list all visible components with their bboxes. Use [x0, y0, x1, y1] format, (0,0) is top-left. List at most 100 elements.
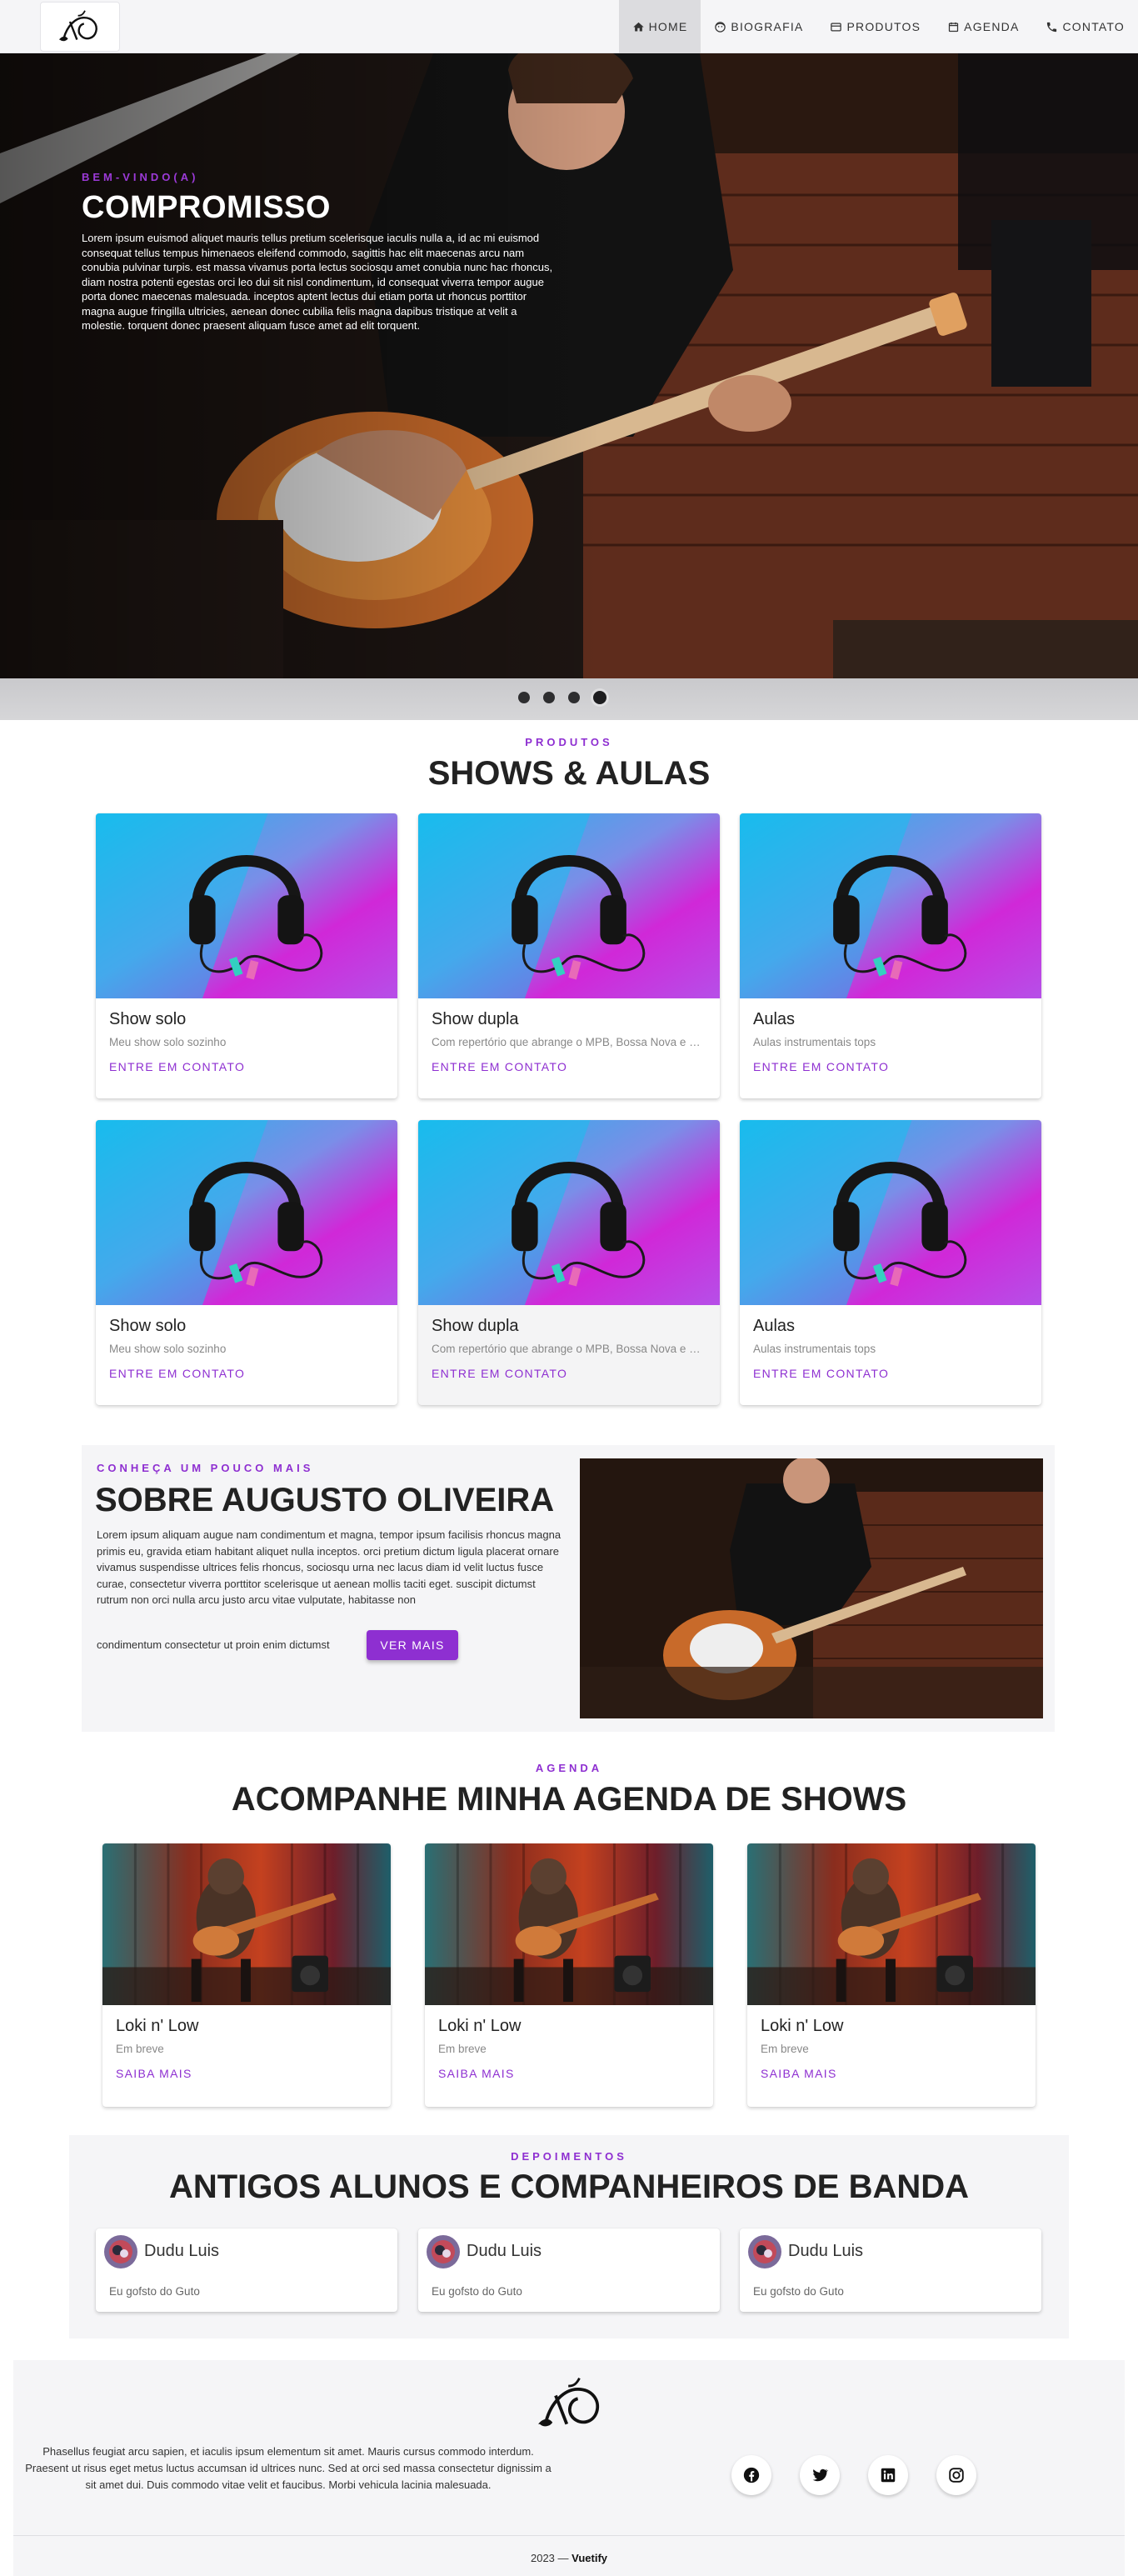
carousel-dot-active[interactable] [593, 691, 606, 704]
nav-menu: HOME BIOGRAFIA PRODUTOS AGENDA CONTATO [618, 0, 1138, 53]
event-subtitle: Em breve [438, 2043, 487, 2055]
card-subtitle: Meu show solo sozinho [109, 1343, 227, 1355]
saiba-mais-button[interactable]: SAIBA MAIS [425, 2055, 713, 2080]
carousel-delimiters [518, 691, 606, 704]
testimonial-card: Dudu Luis Eu gofsto do Guto [740, 2228, 1041, 2312]
card-subtitle: Meu show solo sozinho [109, 1036, 227, 1048]
event-title: Loki n' Low [761, 2017, 844, 2035]
instagram-button[interactable] [936, 2455, 976, 2495]
card-subtitle: Com repertório que abrange o MPB, Bossa … [432, 1343, 715, 1355]
agenda-title: ACOMPANHE MINHA AGENDA DE SHOWS [231, 1781, 907, 1818]
avatar [748, 2235, 781, 2268]
nav-item-agenda[interactable]: AGENDA [934, 0, 1032, 53]
face-icon [715, 21, 726, 33]
instagram-icon [949, 2468, 964, 2483]
nav-item-label: BIOGRAFIA [731, 20, 804, 33]
about-body: Lorem ipsum aliquam augue nam condimentu… [97, 1528, 562, 1606]
calendar-icon [949, 22, 959, 32]
nav-item-home[interactable]: HOME [618, 0, 701, 53]
copyright-brand: Vuetify [571, 2552, 608, 2564]
stage-image [747, 1843, 1036, 2005]
event-title: Loki n' Low [116, 2017, 199, 2035]
agenda-eyebrow: AGENDA [535, 1762, 603, 1774]
hero-title: COMPROMISSO [82, 190, 331, 225]
stage-image [425, 1843, 713, 2005]
logo-icon [55, 7, 105, 47]
about-eyebrow: CONHEÇA UM POUCO MAIS [97, 1462, 314, 1474]
hero-body: Lorem ipsum euismod aliquet mauris tellu… [82, 232, 553, 332]
testimonial-text: Eu gofsto do Guto [109, 2285, 200, 2298]
contact-button[interactable]: ENTRE EM CONTATO [418, 1048, 720, 1073]
testimonials-title: ANTIGOS ALUNOS E COMPANHEIROS DE BANDA [168, 2168, 970, 2205]
brand-logo[interactable] [40, 2, 120, 52]
carousel-dot[interactable] [568, 692, 580, 703]
social-links [731, 2455, 976, 2495]
nav-item-contato[interactable]: CONTATO [1032, 0, 1138, 53]
twitter-button[interactable] [800, 2455, 840, 2495]
testimonial-card: Dudu Luis Eu gofsto do Guto [96, 2228, 397, 2312]
product-card: Show solo Meu show solo sozinho ENTRE EM… [96, 1120, 397, 1405]
linkedin-button[interactable] [868, 2455, 908, 2495]
event-title: Loki n' Low [438, 2017, 522, 2035]
event-card: Loki n' Low Em breve SAIBA MAIS [747, 1843, 1036, 2107]
card-title: Show solo [109, 1010, 187, 1028]
event-subtitle: Em breve [116, 2043, 164, 2055]
carousel-dot[interactable] [543, 692, 555, 703]
facebook-button[interactable] [731, 2455, 771, 2495]
testimonial-name: Dudu Luis [144, 2242, 220, 2260]
contact-button[interactable]: ENTRE EM CONTATO [740, 1355, 1041, 1380]
footer-divider [13, 2535, 1125, 2536]
saiba-mais-button[interactable]: SAIBA MAIS [102, 2055, 391, 2080]
event-card: Loki n' Low Em breve SAIBA MAIS [102, 1843, 391, 2107]
contact-button[interactable]: ENTRE EM CONTATO [740, 1048, 1041, 1073]
product-card: Show solo Meu show solo sozinho ENTRE EM… [96, 813, 397, 1098]
card-icon [831, 23, 842, 31]
card-title: Show dupla [432, 1317, 519, 1335]
testimonials-section: DEPOIMENTOS ANTIGOS ALUNOS E COMPANHEIRO… [69, 2135, 1069, 2338]
event-subtitle: Em breve [761, 2043, 809, 2055]
card-subtitle: Aulas instrumentais tops [753, 1036, 876, 1048]
card-subtitle: Com repertório que abrange o MPB, Bossa … [432, 1036, 715, 1048]
contact-button[interactable]: ENTRE EM CONTATO [96, 1355, 397, 1380]
avatar [104, 2235, 137, 2268]
about-photo [580, 1458, 1043, 1718]
home-icon [632, 22, 644, 31]
product-card: Show dupla Com repertório que abrange o … [418, 813, 720, 1098]
card-title: Aulas [753, 1317, 796, 1335]
footer-logo [530, 2370, 613, 2437]
product-card: Aulas Aulas instrumentais tops ENTRE EM … [740, 1120, 1041, 1405]
nav-item-label: PRODUTOS [846, 20, 921, 33]
copyright: 2023 — Vuetify [13, 2552, 1125, 2564]
linkedin-icon [881, 2468, 896, 2483]
product-card: Aulas Aulas instrumentais tops ENTRE EM … [740, 813, 1041, 1098]
facebook-icon [743, 2467, 760, 2483]
hero-carousel[interactable] [0, 53, 1138, 678]
about-tail-text: condimentum consectetur ut proin enim di… [97, 1638, 330, 1651]
headphones-image [96, 813, 397, 998]
card-title: Aulas [753, 1010, 796, 1028]
card-title: Show dupla [432, 1010, 519, 1028]
nav-item-label: HOME [648, 20, 688, 33]
contact-button[interactable]: ENTRE EM CONTATO [96, 1048, 397, 1073]
headphones-image [740, 1120, 1041, 1305]
footer: Phasellus feugiat arcu sapien, et iaculi… [13, 2360, 1125, 2576]
nav-item-biografia[interactable]: BIOGRAFIA [701, 0, 816, 53]
nav-item-produtos[interactable]: PRODUTOS [816, 0, 934, 53]
saiba-mais-button[interactable]: SAIBA MAIS [747, 2055, 1036, 2080]
products-title: SHOWS & AULAS [427, 755, 711, 792]
logo-icon [532, 2372, 611, 2435]
about-title: SOBRE AUGUSTO OLIVEIRA [95, 1482, 555, 1518]
about-section: CONHEÇA UM POUCO MAIS SOBRE AUGUSTO OLIV… [82, 1445, 1055, 1732]
testimonial-name: Dudu Luis [467, 2242, 542, 2260]
card-subtitle: Aulas instrumentais tops [753, 1343, 876, 1355]
carousel-dot[interactable] [518, 692, 530, 703]
testimonial-text: Eu gofsto do Guto [753, 2285, 844, 2298]
headphones-image [96, 1120, 397, 1305]
testimonial-text: Eu gofsto do Guto [432, 2285, 522, 2298]
headphones-image [740, 813, 1041, 998]
contact-button[interactable]: ENTRE EM CONTATO [418, 1355, 720, 1380]
product-card: Show dupla Com repertório que abrange o … [418, 1120, 720, 1405]
ver-mais-button[interactable]: VER MAIS [367, 1630, 458, 1660]
hero-eyebrow: BEM-VINDO(A) [82, 171, 199, 183]
testimonials-eyebrow: DEPOIMENTOS [511, 2150, 627, 2163]
